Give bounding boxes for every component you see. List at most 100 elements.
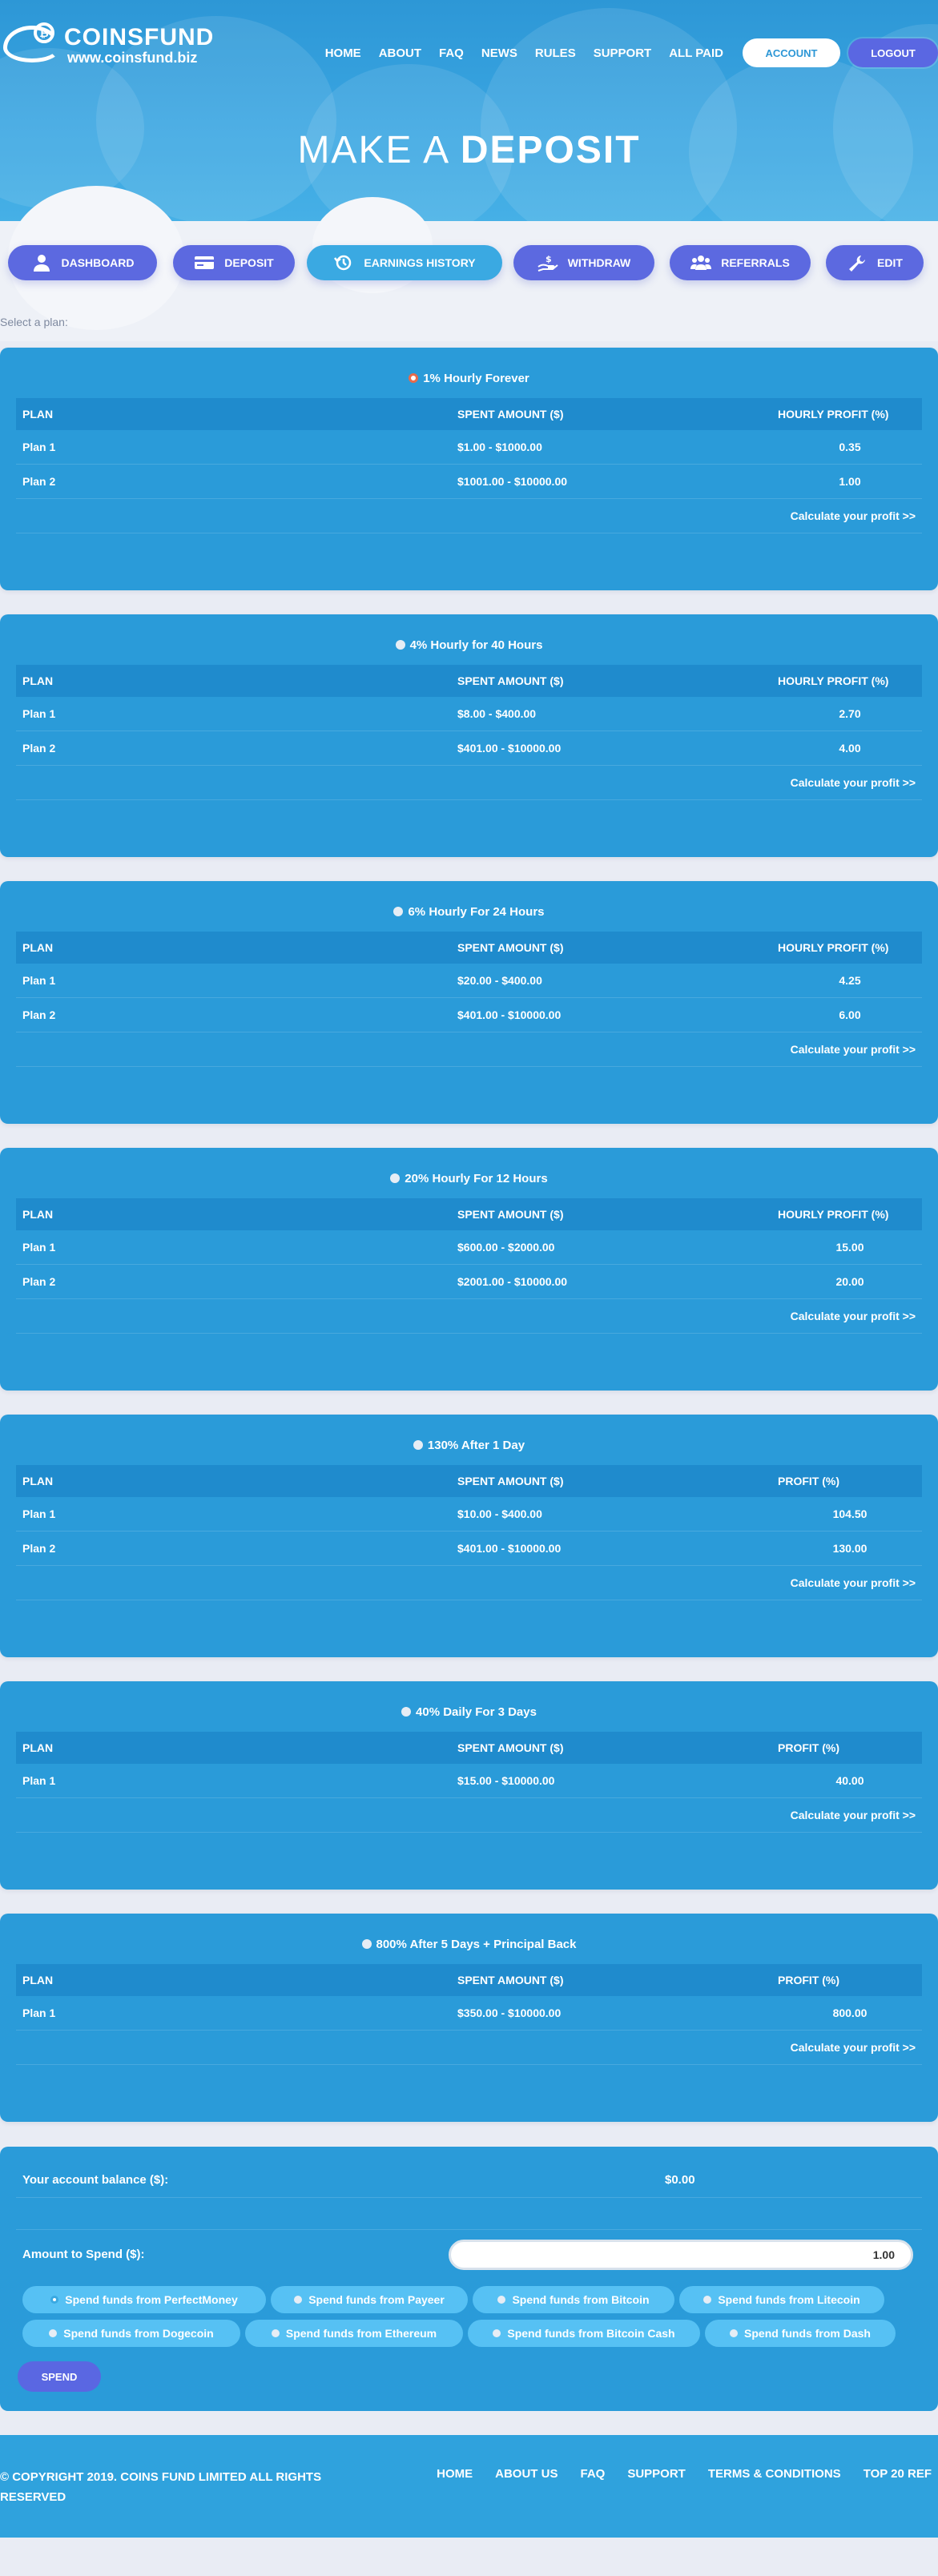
radio-icon (294, 2296, 303, 2304)
calculate-profit-link[interactable]: Calculate your profit >> (791, 1310, 916, 1322)
plan-title[interactable]: 800% After 5 Days + Principal Back (0, 1938, 938, 1951)
coinsfund-logo[interactable]: ₿ COINSFUND www.coinsfund.biz (3, 22, 213, 67)
source-label: Spend funds from Dash (744, 2327, 871, 2340)
page-title: MAKE A DEPOSIT (0, 128, 938, 172)
plan-table: PLAN SPENT AMOUNT ($) PROFIT (%) Plan 1 $35… (16, 1964, 922, 2065)
nav-about[interactable]: ABOUT (379, 46, 421, 60)
col-plan: PLAN (22, 408, 54, 421)
source-bitcoin-cash[interactable]: Spend funds from Bitcoin Cash (468, 2320, 700, 2347)
account-button[interactable]: ACCOUNT (743, 38, 840, 67)
col-profit: HOURLY PROFIT (%) (778, 941, 889, 954)
table-row: Plan 2 $401.00 - $10000.00 6.00 (16, 998, 922, 1032)
plan-radio[interactable] (395, 640, 405, 650)
plan-name: Plan 2 (22, 742, 56, 755)
plan-title[interactable]: 1% Hourly Forever (0, 372, 938, 385)
plan-title[interactable]: 6% Hourly For 24 Hours (0, 905, 938, 919)
col-spent: SPENT AMOUNT ($) (457, 674, 564, 687)
calc-row: Calculate your profit >> (16, 1566, 922, 1600)
user-icon (33, 255, 50, 272)
plan-name: Plan 2 (22, 1008, 56, 1021)
referrals-button[interactable]: REFERRALS (670, 245, 811, 280)
plan-amount: $15.00 - $10000.00 (457, 1774, 555, 1787)
col-profit: PROFIT (%) (778, 1741, 839, 1754)
deposit-label: DEPOSIT (224, 256, 274, 269)
plan-amount: $8.00 - $400.00 (457, 707, 537, 720)
plan-table: PLAN SPENT AMOUNT ($) HOURLY PROFIT (%) Pl… (16, 932, 922, 1067)
nav-faq[interactable]: FAQ (439, 46, 464, 60)
calculate-profit-link[interactable]: Calculate your profit >> (791, 1809, 916, 1821)
table-row: Plan 1 $8.00 - $400.00 2.70 (16, 697, 922, 731)
nav-all-paid[interactable]: ALL PAID (669, 46, 723, 60)
footer-terms[interactable]: TERMS & CONDITIONS (708, 2467, 841, 2481)
footer-about-us[interactable]: ABOUT US (495, 2467, 558, 2481)
plan-radio[interactable] (393, 907, 404, 916)
calculate-profit-link[interactable]: Calculate your profit >> (791, 1043, 916, 1056)
source-perfectmoney[interactable]: Spend funds from PerfectMoney (22, 2286, 266, 2313)
calculate-profit-link[interactable]: Calculate your profit >> (791, 509, 916, 522)
earnings-history-button[interactable]: EARNINGS HISTORY (307, 245, 502, 280)
plan-table: PLAN SPENT AMOUNT ($) PROFIT (%) Plan 1 $10… (16, 1465, 922, 1600)
source-dash[interactable]: Spend funds from Dash (705, 2320, 896, 2347)
footer-top-20-ref[interactable]: TOP 20 REF (864, 2467, 932, 2481)
plan-amount: $10.00 - $400.00 (457, 1507, 542, 1520)
plan-radio[interactable] (390, 1173, 401, 1183)
nav-news[interactable]: NEWS (481, 46, 517, 60)
plan-title-text: 130% After 1 Day (427, 1439, 525, 1452)
plan-profit: 0.35 (839, 441, 861, 453)
hero-banner: ₿ COINSFUND www.coinsfund.biz HOME ABOUT… (0, 0, 938, 223)
plan-title[interactable]: 20% Hourly For 12 Hours (0, 1172, 938, 1185)
plan-table: PLAN SPENT AMOUNT ($) PROFIT (%) Plan 1 $15… (16, 1732, 922, 1833)
calculate-profit-link[interactable]: Calculate your profit >> (791, 1576, 916, 1589)
logout-button[interactable]: LOGOUT (848, 38, 938, 67)
table-header: PLAN SPENT AMOUNT ($) PROFIT (%) (16, 1964, 922, 1996)
nav-support[interactable]: SUPPORT (594, 46, 652, 60)
table-row: Plan 1 $350.00 - $10000.00 800.00 (16, 1996, 922, 2031)
col-spent: SPENT AMOUNT ($) (457, 1208, 564, 1221)
source-label: Spend funds from Ethereum (285, 2327, 437, 2340)
nav-home[interactable]: HOME (325, 46, 361, 60)
calculate-profit-link[interactable]: Calculate your profit >> (791, 2041, 916, 2054)
deposit-button[interactable]: DEPOSIT (173, 245, 295, 280)
footer-support[interactable]: SUPPORT (627, 2467, 686, 2481)
footer-faq[interactable]: FAQ (580, 2467, 605, 2481)
source-ethereum[interactable]: Spend funds from Ethereum (245, 2320, 463, 2347)
radio-icon (271, 2329, 280, 2337)
nav-rules[interactable]: RULES (535, 46, 576, 60)
edit-button[interactable]: EDIT (826, 245, 924, 280)
plan-title[interactable]: 4% Hourly for 40 Hours (0, 638, 938, 652)
table-row: Plan 2 $1001.00 - $10000.00 1.00 (16, 465, 922, 499)
plan-title[interactable]: 40% Daily For 3 Days (0, 1705, 938, 1719)
calc-row: Calculate your profit >> (16, 1798, 922, 1833)
plan-radio[interactable] (361, 1939, 372, 1949)
dashboard-button[interactable]: DASHBOARD (8, 245, 157, 280)
table-row: Plan 1 $10.00 - $400.00 104.50 (16, 1497, 922, 1532)
plan-profit: 20.00 (835, 1275, 864, 1288)
table-header: PLAN SPENT AMOUNT ($) HOURLY PROFIT (%) (16, 665, 922, 697)
plan-title-text: 40% Daily For 3 Days (416, 1705, 537, 1719)
plan-title-text: 20% Hourly For 12 Hours (405, 1172, 548, 1185)
table-row: Plan 1 $20.00 - $400.00 4.25 (16, 964, 922, 998)
spend-button[interactable]: SPEND (18, 2361, 101, 2392)
source-bitcoin[interactable]: Spend funds from Bitcoin (473, 2286, 674, 2313)
source-dogecoin[interactable]: Spend funds from Dogecoin (22, 2320, 240, 2347)
plan-radio-selected[interactable] (409, 373, 419, 383)
table-header: PLAN SPENT AMOUNT ($) PROFIT (%) (16, 1465, 922, 1497)
svg-text:$: $ (545, 254, 552, 264)
withdraw-button[interactable]: $ WITHDRAW (513, 245, 654, 280)
plan-radio[interactable] (413, 1440, 423, 1450)
radio-icon (49, 2329, 58, 2337)
plan-amount: $20.00 - $400.00 (457, 974, 542, 987)
calc-row: Calculate your profit >> (16, 766, 922, 800)
source-litecoin[interactable]: Spend funds from Litecoin (679, 2286, 884, 2313)
footer-nav: HOME ABOUT US FAQ SUPPORT TERMS & CONDIT… (414, 2467, 932, 2481)
balance-label: Your account balance ($): (22, 2173, 169, 2187)
col-spent: SPENT AMOUNT ($) (457, 1741, 564, 1754)
amount-input[interactable]: 1.00 (449, 2240, 913, 2270)
footer-home[interactable]: HOME (437, 2467, 473, 2481)
plan-radio[interactable] (401, 1707, 412, 1717)
calculate-profit-link[interactable]: Calculate your profit >> (791, 776, 916, 789)
plan-name: Plan 2 (22, 1542, 56, 1555)
source-payeer[interactable]: Spend funds from Payeer (271, 2286, 468, 2313)
col-profit: HOURLY PROFIT (%) (778, 1208, 889, 1221)
plan-title[interactable]: 130% After 1 Day (0, 1439, 938, 1452)
